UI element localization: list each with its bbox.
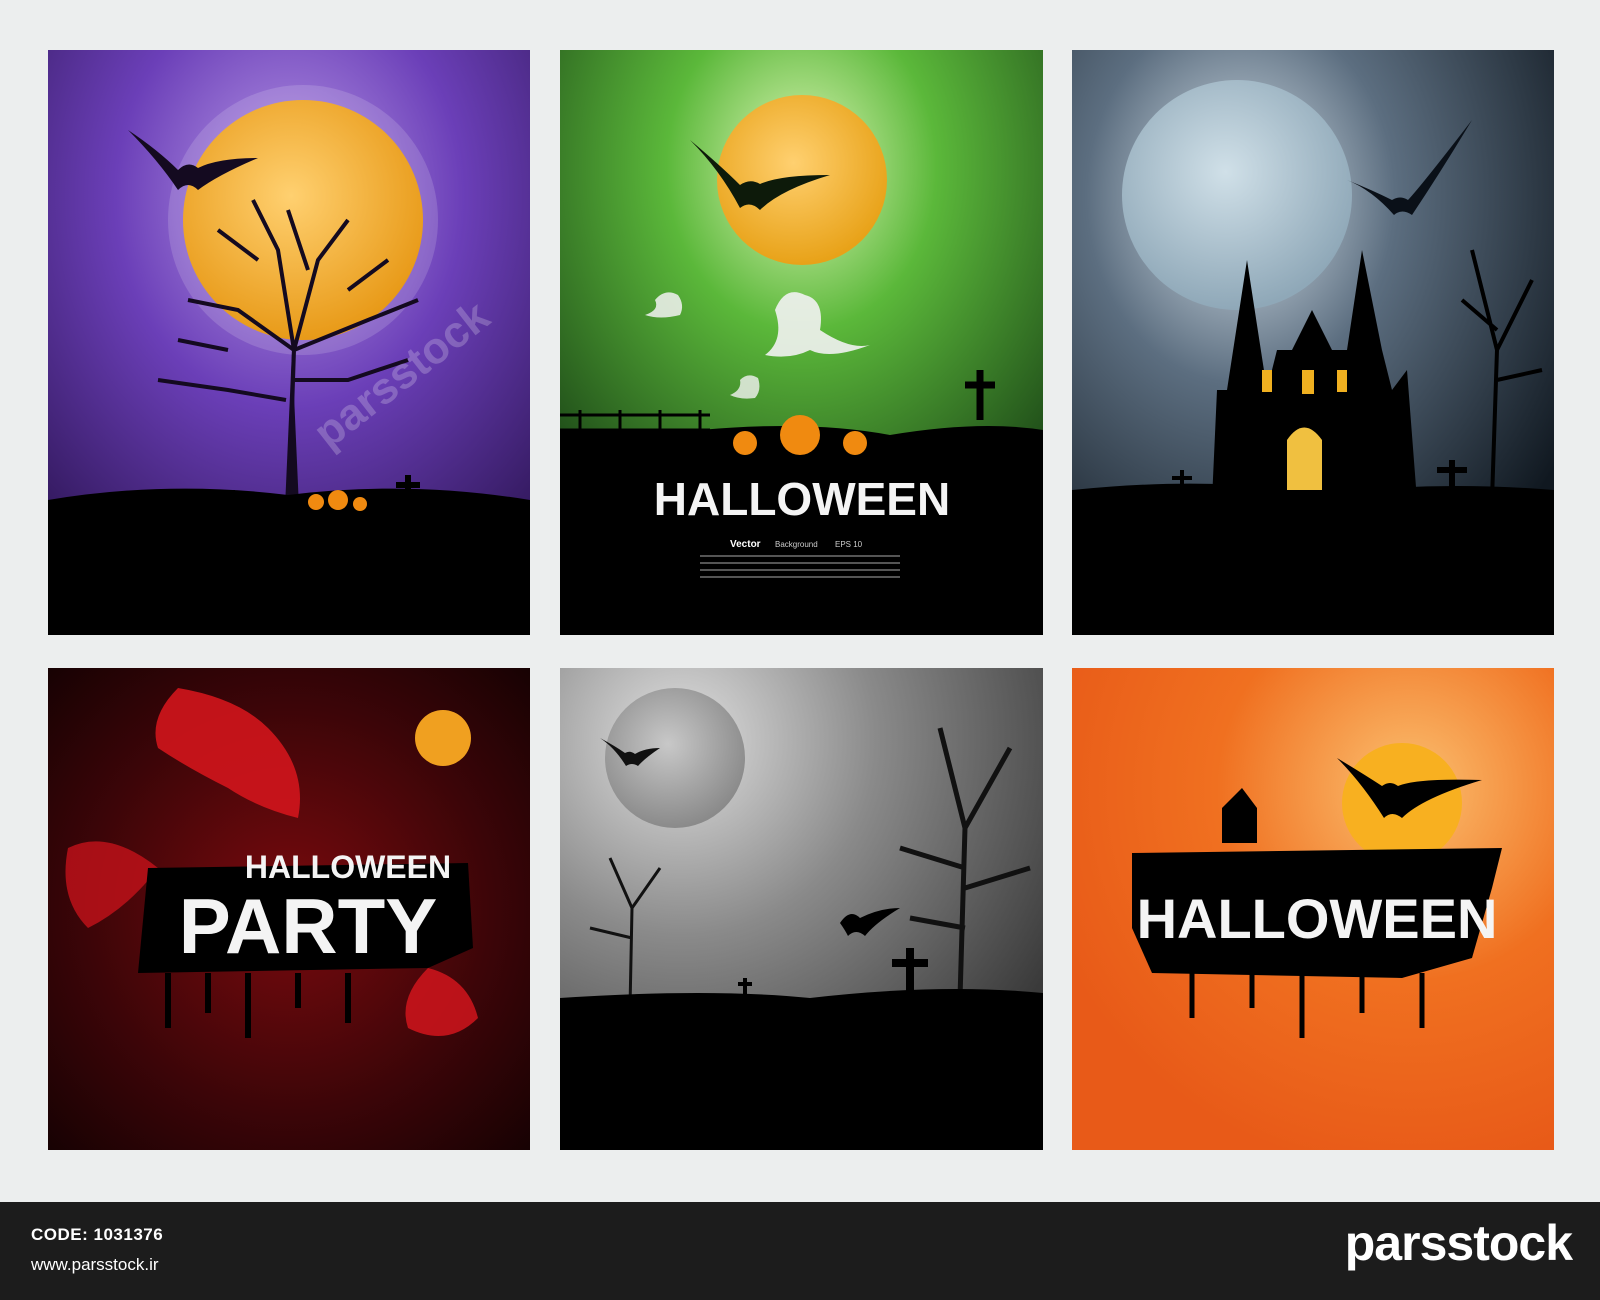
green-ghosts-illustration: HALLOWEEN Vector Background EPS 10	[560, 50, 1043, 635]
panel-green-ghosts: HALLOWEEN Vector Background EPS 10	[560, 50, 1043, 635]
purple-moon-tree-illustration	[48, 50, 530, 635]
halloween-title: HALLOWEEN	[1137, 887, 1498, 950]
halloween-small-title: HALLOWEEN	[245, 849, 451, 885]
panel-blue-castle	[1072, 50, 1554, 635]
eps-caption: EPS 10	[835, 540, 863, 549]
image-code: CODE: 1031376	[31, 1225, 164, 1244]
site-url[interactable]: www.parsstock.ir	[31, 1255, 159, 1275]
panel-orange-halloween: HALLOWEEN	[1072, 668, 1554, 1150]
background-caption: Background	[775, 540, 818, 549]
orange-halloween-illustration: HALLOWEEN	[1072, 668, 1554, 1150]
red-party-illustration: HALLOWEEN PARTY	[48, 668, 530, 1150]
panel-gray-graveyard	[560, 668, 1043, 1150]
halloween-title: HALLOWEEN	[654, 473, 950, 525]
vector-caption: Vector	[730, 539, 761, 550]
panel-purple-moon-tree: parsstock	[48, 50, 530, 635]
footer-bar: CODE: 1031376 www.parsstock.ir parsstock	[0, 1202, 1600, 1300]
brand-logo: parsstock	[1344, 1215, 1573, 1271]
blue-castle-illustration	[1072, 50, 1554, 635]
panel-red-party: HALLOWEEN PARTY	[48, 668, 530, 1150]
party-title: PARTY	[179, 882, 438, 970]
gray-graveyard-illustration	[560, 668, 1043, 1150]
